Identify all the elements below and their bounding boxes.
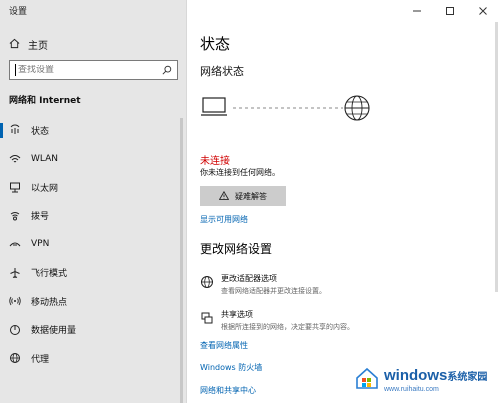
home-nav-item[interactable]: 主页	[9, 37, 48, 52]
sidebar-item-label: WLAN	[31, 153, 59, 164]
hotspot-icon	[9, 295, 21, 307]
sidebar-item-label: 状态	[31, 126, 50, 137]
search-icon[interactable]	[162, 65, 172, 75]
home-label: 主页	[28, 41, 48, 52]
sidebar-item-status[interactable]: 状态	[0, 116, 180, 145]
sharing-icon	[200, 310, 214, 324]
sidebar-item-dialup[interactable]: 拨号	[0, 202, 180, 231]
wifi-icon	[9, 153, 21, 165]
watermark-brand: windows	[384, 366, 448, 384]
sidebar-item-label: 飞行模式	[31, 269, 68, 280]
watermark-house-icon	[354, 365, 380, 395]
section-title: 网络和 Internet	[9, 96, 81, 106]
network-status-title: 网络状态	[200, 65, 244, 78]
troubleshoot-button[interactable]: 疑难解答	[200, 186, 286, 206]
sharing-options-desc: 根据所连接到的网络，决定要共享的内容。	[221, 323, 354, 331]
close-icon[interactable]	[467, 0, 500, 22]
adapter-options-item[interactable]: 更改适配器选项 查看网络适配器并更改连接设置。	[200, 273, 490, 296]
adapter-options-title: 更改适配器选项	[221, 274, 277, 283]
change-settings-title: 更改网络设置	[200, 242, 273, 256]
data-usage-icon	[9, 324, 21, 336]
vpn-icon	[9, 238, 21, 250]
warning-icon	[218, 190, 230, 202]
connection-status: 未连接	[200, 156, 230, 167]
sidebar-item-wlan[interactable]: WLAN	[0, 145, 180, 174]
minimize-icon[interactable]	[400, 0, 433, 22]
watermark-url: www.ruihaitu.com	[384, 385, 439, 393]
sidebar-item-label: 移动热点	[31, 297, 68, 308]
text-cursor	[15, 64, 16, 76]
windows-firewall-link[interactable]: Windows 防火墙	[200, 362, 262, 373]
globe-icon	[344, 95, 370, 121]
adapter-options-desc: 查看网络适配器并更改连接设置。	[221, 287, 326, 295]
dialup-icon	[9, 210, 21, 222]
main-scrollbar[interactable]	[495, 22, 498, 292]
search-input[interactable]	[18, 65, 162, 75]
sidebar-scrollbar[interactable]	[180, 118, 183, 403]
watermark-cn: 系统家园	[447, 371, 488, 383]
sidebar-item-label: 拨号	[31, 212, 50, 223]
ethernet-icon	[9, 181, 21, 193]
network-properties-link[interactable]: 查看网络属性	[200, 340, 248, 351]
show-networks-link[interactable]: 显示可用网络	[200, 214, 248, 225]
home-icon	[9, 38, 20, 52]
sidebar-item-vpn[interactable]: VPN	[0, 230, 180, 259]
main-pane: 状态 网络状态 未连接 你未连接到任何网络。 疑难解答 显示可用网络 更改网络设…	[187, 0, 500, 403]
connection-detail: 你未连接到任何网络。	[200, 168, 280, 177]
watermark: windows系统家园 www.ruihaitu.com	[354, 363, 494, 397]
sidebar-item-label: 代理	[31, 354, 50, 365]
sidebar-item-ethernet[interactable]: 以太网	[0, 173, 180, 202]
sidebar-item-data-usage[interactable]: 数据使用量	[0, 316, 180, 345]
sidebar-item-label: 以太网	[31, 183, 59, 194]
window-title: 设置	[9, 7, 28, 17]
airplane-icon	[9, 267, 21, 279]
globe-icon	[9, 352, 21, 364]
window-controls	[400, 0, 500, 22]
sidebar: 设置 主页 网络和 Internet 状态 WLAN	[0, 0, 187, 403]
sharing-options-title: 共享选项	[221, 310, 253, 319]
sharing-options-item[interactable]: 共享选项 根据所连接到的网络，决定要共享的内容。	[200, 309, 490, 332]
sidebar-item-hotspot[interactable]: 移动热点	[0, 287, 180, 316]
search-box[interactable]	[9, 60, 178, 80]
network-diagram	[201, 95, 370, 121]
network-sharing-center-link[interactable]: 网络和共享中心	[200, 385, 256, 396]
sidebar-item-airplane[interactable]: 飞行模式	[0, 259, 180, 288]
page-title: 状态	[200, 35, 231, 53]
computer-icon	[201, 97, 227, 116]
status-icon	[9, 124, 21, 136]
sidebar-item-proxy[interactable]: 代理	[0, 344, 180, 373]
sidebar-item-label: 数据使用量	[31, 326, 77, 337]
troubleshoot-label: 疑难解答	[235, 191, 267, 201]
sidebar-item-label: VPN	[31, 239, 50, 250]
adapter-icon	[200, 274, 214, 288]
nav-list: 状态 WLAN 以太网 拨号 VPN 飞行模式 移动热点 数据使用量 代理	[0, 116, 180, 373]
maximize-icon[interactable]	[433, 0, 466, 22]
